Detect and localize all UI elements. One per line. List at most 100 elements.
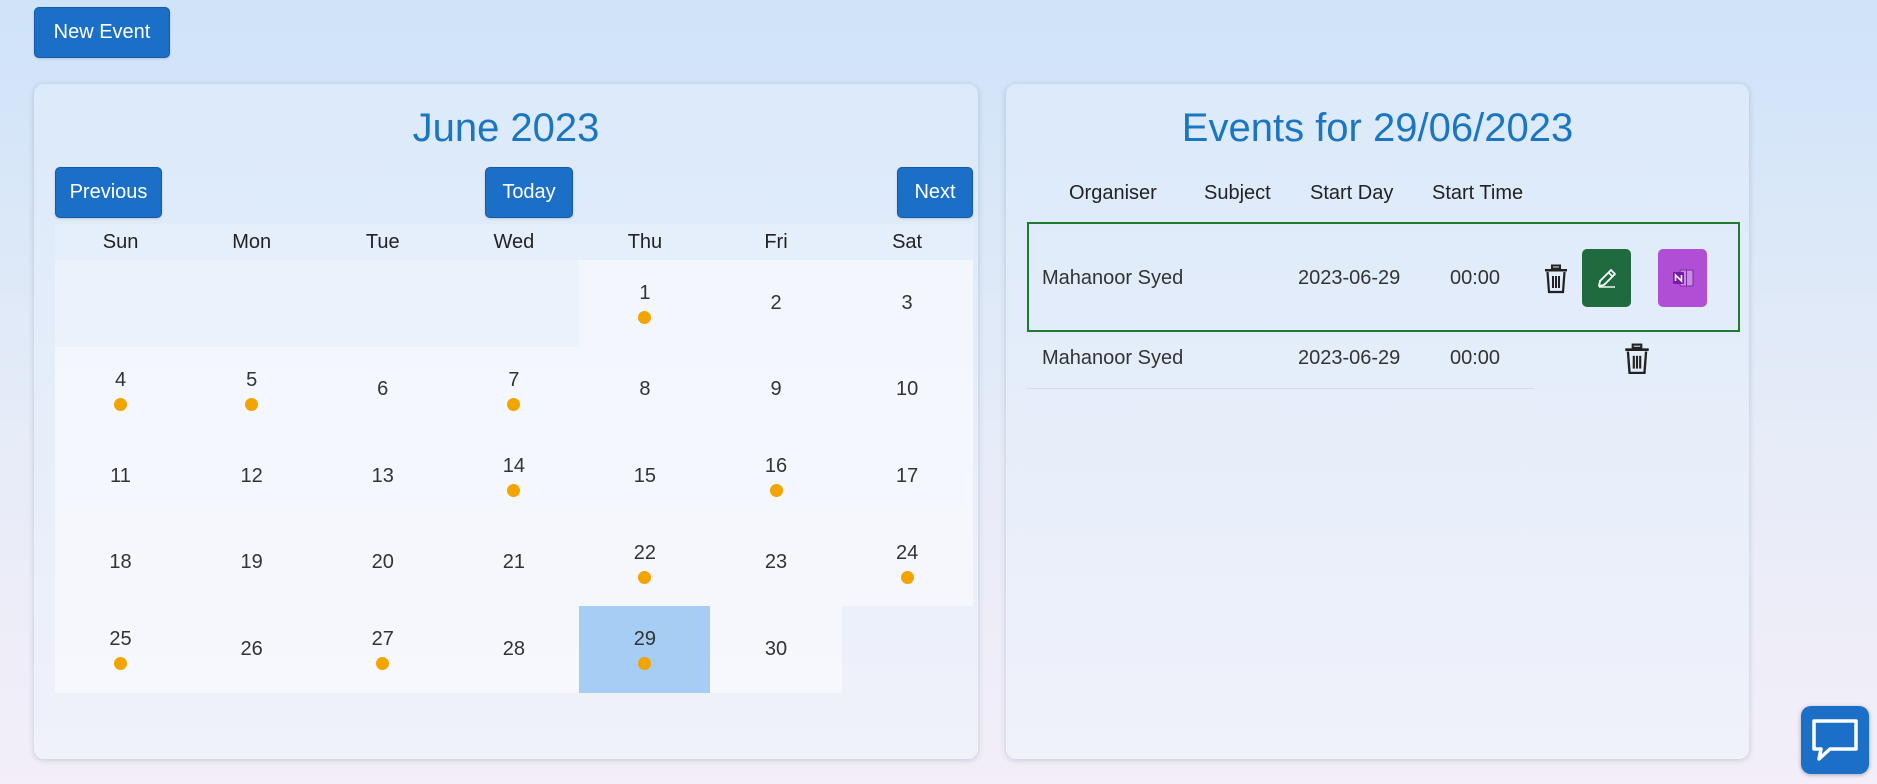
calendar-day[interactable]: 17: [841, 433, 973, 520]
event-dot-icon: [507, 397, 521, 411]
calendar-day[interactable]: 2: [710, 260, 842, 347]
calendar-day-selected[interactable]: 29: [579, 606, 711, 693]
calendar-day[interactable]: 7: [448, 346, 580, 433]
event-dot-icon: [376, 657, 390, 671]
calendar-day-empty: [448, 260, 580, 347]
edit-event-button[interactable]: [1582, 249, 1631, 307]
calendar-day[interactable]: 3: [841, 260, 973, 347]
calendar-day[interactable]: 21: [448, 519, 580, 606]
event-dot-icon: [638, 570, 652, 584]
event-start-day: 2023-06-29: [1298, 347, 1401, 369]
calendar-day[interactable]: 27: [317, 606, 449, 693]
pencil-icon: [1597, 269, 1616, 288]
calendar-day[interactable]: 4: [55, 346, 187, 433]
event-start-time: 00:00: [1450, 347, 1501, 369]
calendar-day[interactable]: 5: [186, 346, 318, 433]
event-organiser: Mahanoor Syed: [1042, 267, 1184, 289]
day-number: 6: [377, 378, 389, 401]
next-month-button[interactable]: Next: [897, 167, 973, 218]
calendar-day[interactable]: 16: [710, 433, 842, 520]
day-number: 3: [901, 291, 913, 314]
day-number: 7: [508, 368, 520, 391]
event-dot-icon: [114, 397, 128, 411]
calendar-day[interactable]: 1: [579, 260, 711, 347]
calendar-day[interactable]: 15: [579, 433, 711, 520]
calendar-day[interactable]: 20: [317, 519, 449, 606]
calendar-day[interactable]: 19: [186, 519, 318, 606]
day-number: 30: [764, 637, 788, 660]
chat-icon: [1812, 719, 1858, 761]
calendar-day[interactable]: 26: [186, 606, 318, 693]
day-number: 9: [770, 378, 782, 401]
events-title: Events for 29/06/2023: [1181, 106, 1574, 150]
weekday-label: Thu: [627, 231, 663, 253]
previous-month-button[interactable]: Previous: [55, 167, 162, 218]
calendar-day[interactable]: 9: [710, 346, 842, 433]
event-start-day: 2023-06-29: [1298, 267, 1401, 289]
calendar-weeks: 1 2 3 4 5 6 7 8 9 10 11 12 13 14 15 16 17 18 19 20 21 22 23 24 2…: [55, 260, 973, 693]
day-number: 19: [240, 551, 263, 574]
calendar-day-empty: [186, 260, 318, 347]
today-button[interactable]: Today: [485, 167, 573, 218]
day-number: 27: [371, 628, 394, 651]
day-number: 17: [895, 464, 919, 487]
calendar-day[interactable]: 11: [55, 433, 187, 520]
day-number: 24: [895, 541, 919, 564]
events-panel: Events for 29/06/2023 Organiser Subject …: [1006, 84, 1749, 759]
event-row[interactable]: Mahanoor Syed 2023-06-29 00:00: [1027, 334, 1740, 388]
day-number: 11: [110, 464, 131, 487]
calendar-day[interactable]: 28: [448, 606, 580, 693]
weekday-header: Sun Mon Tue Wed Thu Fri Sat: [55, 224, 973, 260]
weekday-label: Mon: [232, 231, 272, 253]
event-row-selected[interactable]: Mahanoor Syed 2023-06-29 00:00: [1027, 222, 1740, 332]
calendar-day[interactable]: 18: [55, 519, 187, 606]
column-header-start-time: Start Time: [1432, 182, 1524, 204]
day-number: 29: [633, 628, 657, 651]
day-number: 1: [639, 282, 651, 305]
calendar-day[interactable]: 25: [55, 606, 187, 693]
calendar-day[interactable]: 13: [317, 433, 449, 520]
calendar-day[interactable]: 30: [710, 606, 842, 693]
calendar-week: 4 5 6 7 8 9 10: [55, 346, 973, 433]
calendar-day-empty: [842, 606, 973, 693]
new-event-button[interactable]: New Event: [34, 7, 170, 58]
calendar-day[interactable]: 23: [710, 519, 842, 606]
calendar-panel: June 2023 Previous Today Next Sun Mon Tu…: [34, 84, 978, 759]
day-number: 4: [114, 368, 127, 391]
day-number: 23: [764, 551, 788, 574]
calendar-day[interactable]: 14: [448, 433, 580, 520]
event-dot-icon: [507, 484, 521, 498]
calendar-week: 25 26 27 28 29 30: [55, 606, 973, 693]
calendar-day[interactable]: 10: [841, 346, 973, 433]
day-number: 25: [109, 628, 132, 651]
day-number: 15: [633, 464, 657, 487]
day-number: 2: [770, 291, 782, 314]
weekday-label: Wed: [493, 231, 535, 253]
calendar-day[interactable]: 24: [841, 519, 973, 606]
delete-event-button[interactable]: [1623, 343, 1649, 375]
chat-button[interactable]: [1801, 706, 1869, 774]
column-header-start-day: Start Day: [1310, 182, 1394, 204]
day-number: 18: [109, 551, 132, 574]
day-number: 20: [371, 551, 394, 574]
calendar-week: 11 12 13 14 15 16 17: [55, 433, 973, 520]
trash-icon: [1625, 343, 1649, 375]
day-number: 28: [502, 637, 525, 660]
day-number: 13: [371, 464, 394, 487]
onenote-button[interactable]: [1658, 249, 1707, 307]
event-dot-icon: [900, 570, 914, 584]
trash-icon: [1545, 264, 1567, 294]
calendar-day[interactable]: 12: [186, 433, 318, 520]
day-number: 22: [633, 541, 657, 564]
event-organiser: Mahanoor Syed: [1042, 347, 1184, 369]
delete-event-button[interactable]: [1543, 264, 1569, 294]
calendar-day[interactable]: 22: [579, 519, 711, 606]
weekday-label: Sat: [892, 231, 923, 253]
day-number: 10: [895, 378, 919, 401]
event-start-time: 00:00: [1450, 267, 1501, 289]
onenote-icon: [1672, 269, 1693, 287]
calendar-day[interactable]: 6: [317, 346, 449, 433]
calendar-day[interactable]: 8: [579, 346, 711, 433]
weekday-label: Sun: [102, 231, 139, 253]
calendar-month-title: June 2023: [412, 106, 600, 150]
